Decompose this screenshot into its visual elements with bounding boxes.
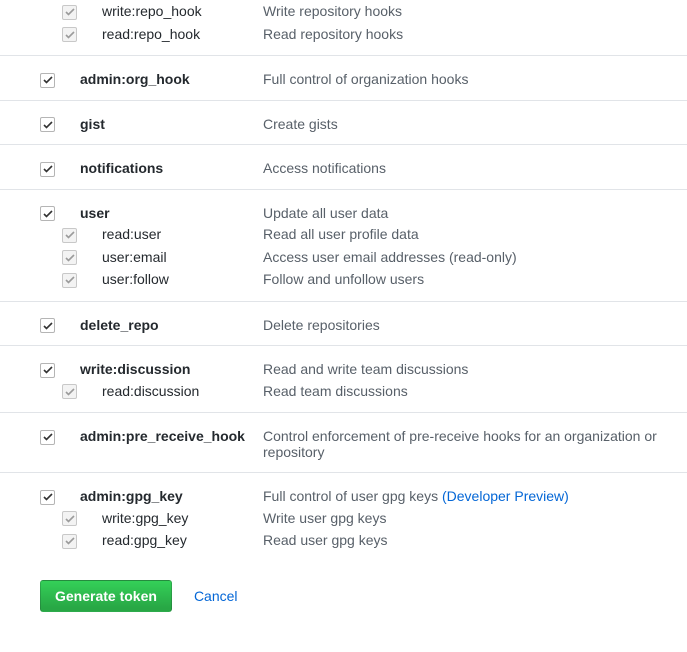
scope-checkbox (62, 384, 77, 399)
scope-checkbox (62, 250, 77, 265)
scope-name: admin:gpg_key (80, 488, 183, 504)
scope-name: read:user (102, 226, 161, 242)
scope-list: write:repo_hook Write repository hooks r… (0, 0, 687, 562)
scope-description: Follow and unfollow users (263, 271, 424, 287)
scope-checkbox (62, 273, 77, 288)
scope-description: Access user email addresses (read-only) (263, 249, 517, 265)
scope-name: user:email (102, 249, 167, 265)
scope-row: user:email Access user email addresses (… (0, 246, 687, 269)
scope-description: Read all user profile data (263, 226, 419, 242)
scope-description: Create gists (263, 116, 338, 132)
scope-name: notifications (80, 160, 163, 176)
scope-checkbox (62, 534, 77, 549)
scope-checkbox (62, 27, 77, 42)
scope-description: Write user gpg keys (263, 510, 386, 526)
scope-description: Read user gpg keys (263, 532, 388, 548)
scope-row: read:repo_hook Read repository hooks (0, 23, 687, 46)
scope-name: read:gpg_key (102, 532, 187, 548)
scope-checkbox[interactable] (40, 318, 55, 333)
scope-row: write:discussion Read and write team dis… (0, 358, 687, 380)
scope-description: Read repository hooks (263, 26, 403, 42)
scope-name: delete_repo (80, 317, 159, 333)
scope-name: admin:pre_receive_hook (80, 428, 245, 444)
scope-row: write:repo_hook Write repository hooks (0, 0, 687, 23)
scope-group: admin:org_hook Full control of organizat… (0, 55, 687, 100)
cancel-button[interactable]: Cancel (194, 588, 238, 604)
scope-row: write:gpg_key Write user gpg keys (0, 507, 687, 530)
scope-row: gist Create gists (0, 113, 687, 135)
scope-group: write:discussion Read and write team dis… (0, 345, 687, 412)
scope-description: Read and write team discussions (263, 361, 468, 377)
scope-checkbox (62, 5, 77, 20)
scope-description: Full control of organization hooks (263, 71, 468, 87)
scope-group: notifications Access notifications (0, 144, 687, 189)
scope-row: admin:pre_receive_hook Control enforceme… (0, 425, 687, 462)
scope-row: read:discussion Read team discussions (0, 380, 687, 403)
scope-checkbox[interactable] (40, 117, 55, 132)
scope-description: Delete repositories (263, 317, 380, 333)
scope-description: Access notifications (263, 160, 386, 176)
scope-row: admin:org_hook Full control of organizat… (0, 68, 687, 90)
scope-name: write:repo_hook (102, 3, 202, 19)
scope-name: gist (80, 116, 105, 132)
scope-group: delete_repo Delete repositories (0, 301, 687, 346)
scope-name: read:discussion (102, 383, 199, 399)
scope-row: user Update all user data (0, 202, 687, 224)
scope-name: write:gpg_key (102, 510, 188, 526)
scope-checkbox[interactable] (40, 363, 55, 378)
scope-group: write:repo_hook Write repository hooks r… (0, 0, 687, 55)
scope-name: user:follow (102, 271, 169, 287)
scope-description: Read team discussions (263, 383, 408, 399)
scope-checkbox[interactable] (40, 162, 55, 177)
scope-checkbox[interactable] (40, 206, 55, 221)
scope-description: Update all user data (263, 205, 388, 221)
scope-group: admin:pre_receive_hook Control enforceme… (0, 412, 687, 472)
scope-description: Write repository hooks (263, 3, 402, 19)
scope-checkbox (62, 511, 77, 526)
scope-group: admin:gpg_key Full control of user gpg k… (0, 472, 687, 562)
scope-checkbox[interactable] (40, 73, 55, 88)
scope-row: read:user Read all user profile data (0, 223, 687, 246)
scope-row: user:follow Follow and unfollow users (0, 268, 687, 291)
scope-checkbox (62, 228, 77, 243)
scope-name: admin:org_hook (80, 71, 190, 87)
generate-token-button[interactable]: Generate token (40, 580, 172, 612)
scope-description: Full control of user gpg keys (263, 488, 442, 504)
scope-row: notifications Access notifications (0, 157, 687, 179)
scope-row: delete_repo Delete repositories (0, 314, 687, 336)
scope-checkbox[interactable] (40, 430, 55, 445)
developer-preview-link[interactable]: (Developer Preview) (442, 488, 569, 504)
scope-name: read:repo_hook (102, 26, 200, 42)
scope-group: user Update all user data read:user Read… (0, 189, 687, 301)
scope-row: admin:gpg_key Full control of user gpg k… (0, 485, 687, 507)
scope-row: read:gpg_key Read user gpg keys (0, 529, 687, 552)
scope-description: Control enforcement of pre-receive hooks… (263, 428, 657, 460)
scope-checkbox[interactable] (40, 490, 55, 505)
scope-group: gist Create gists (0, 100, 687, 145)
scope-name: user (80, 205, 110, 221)
scope-name: write:discussion (80, 361, 190, 377)
form-actions: Generate token Cancel (0, 580, 687, 612)
